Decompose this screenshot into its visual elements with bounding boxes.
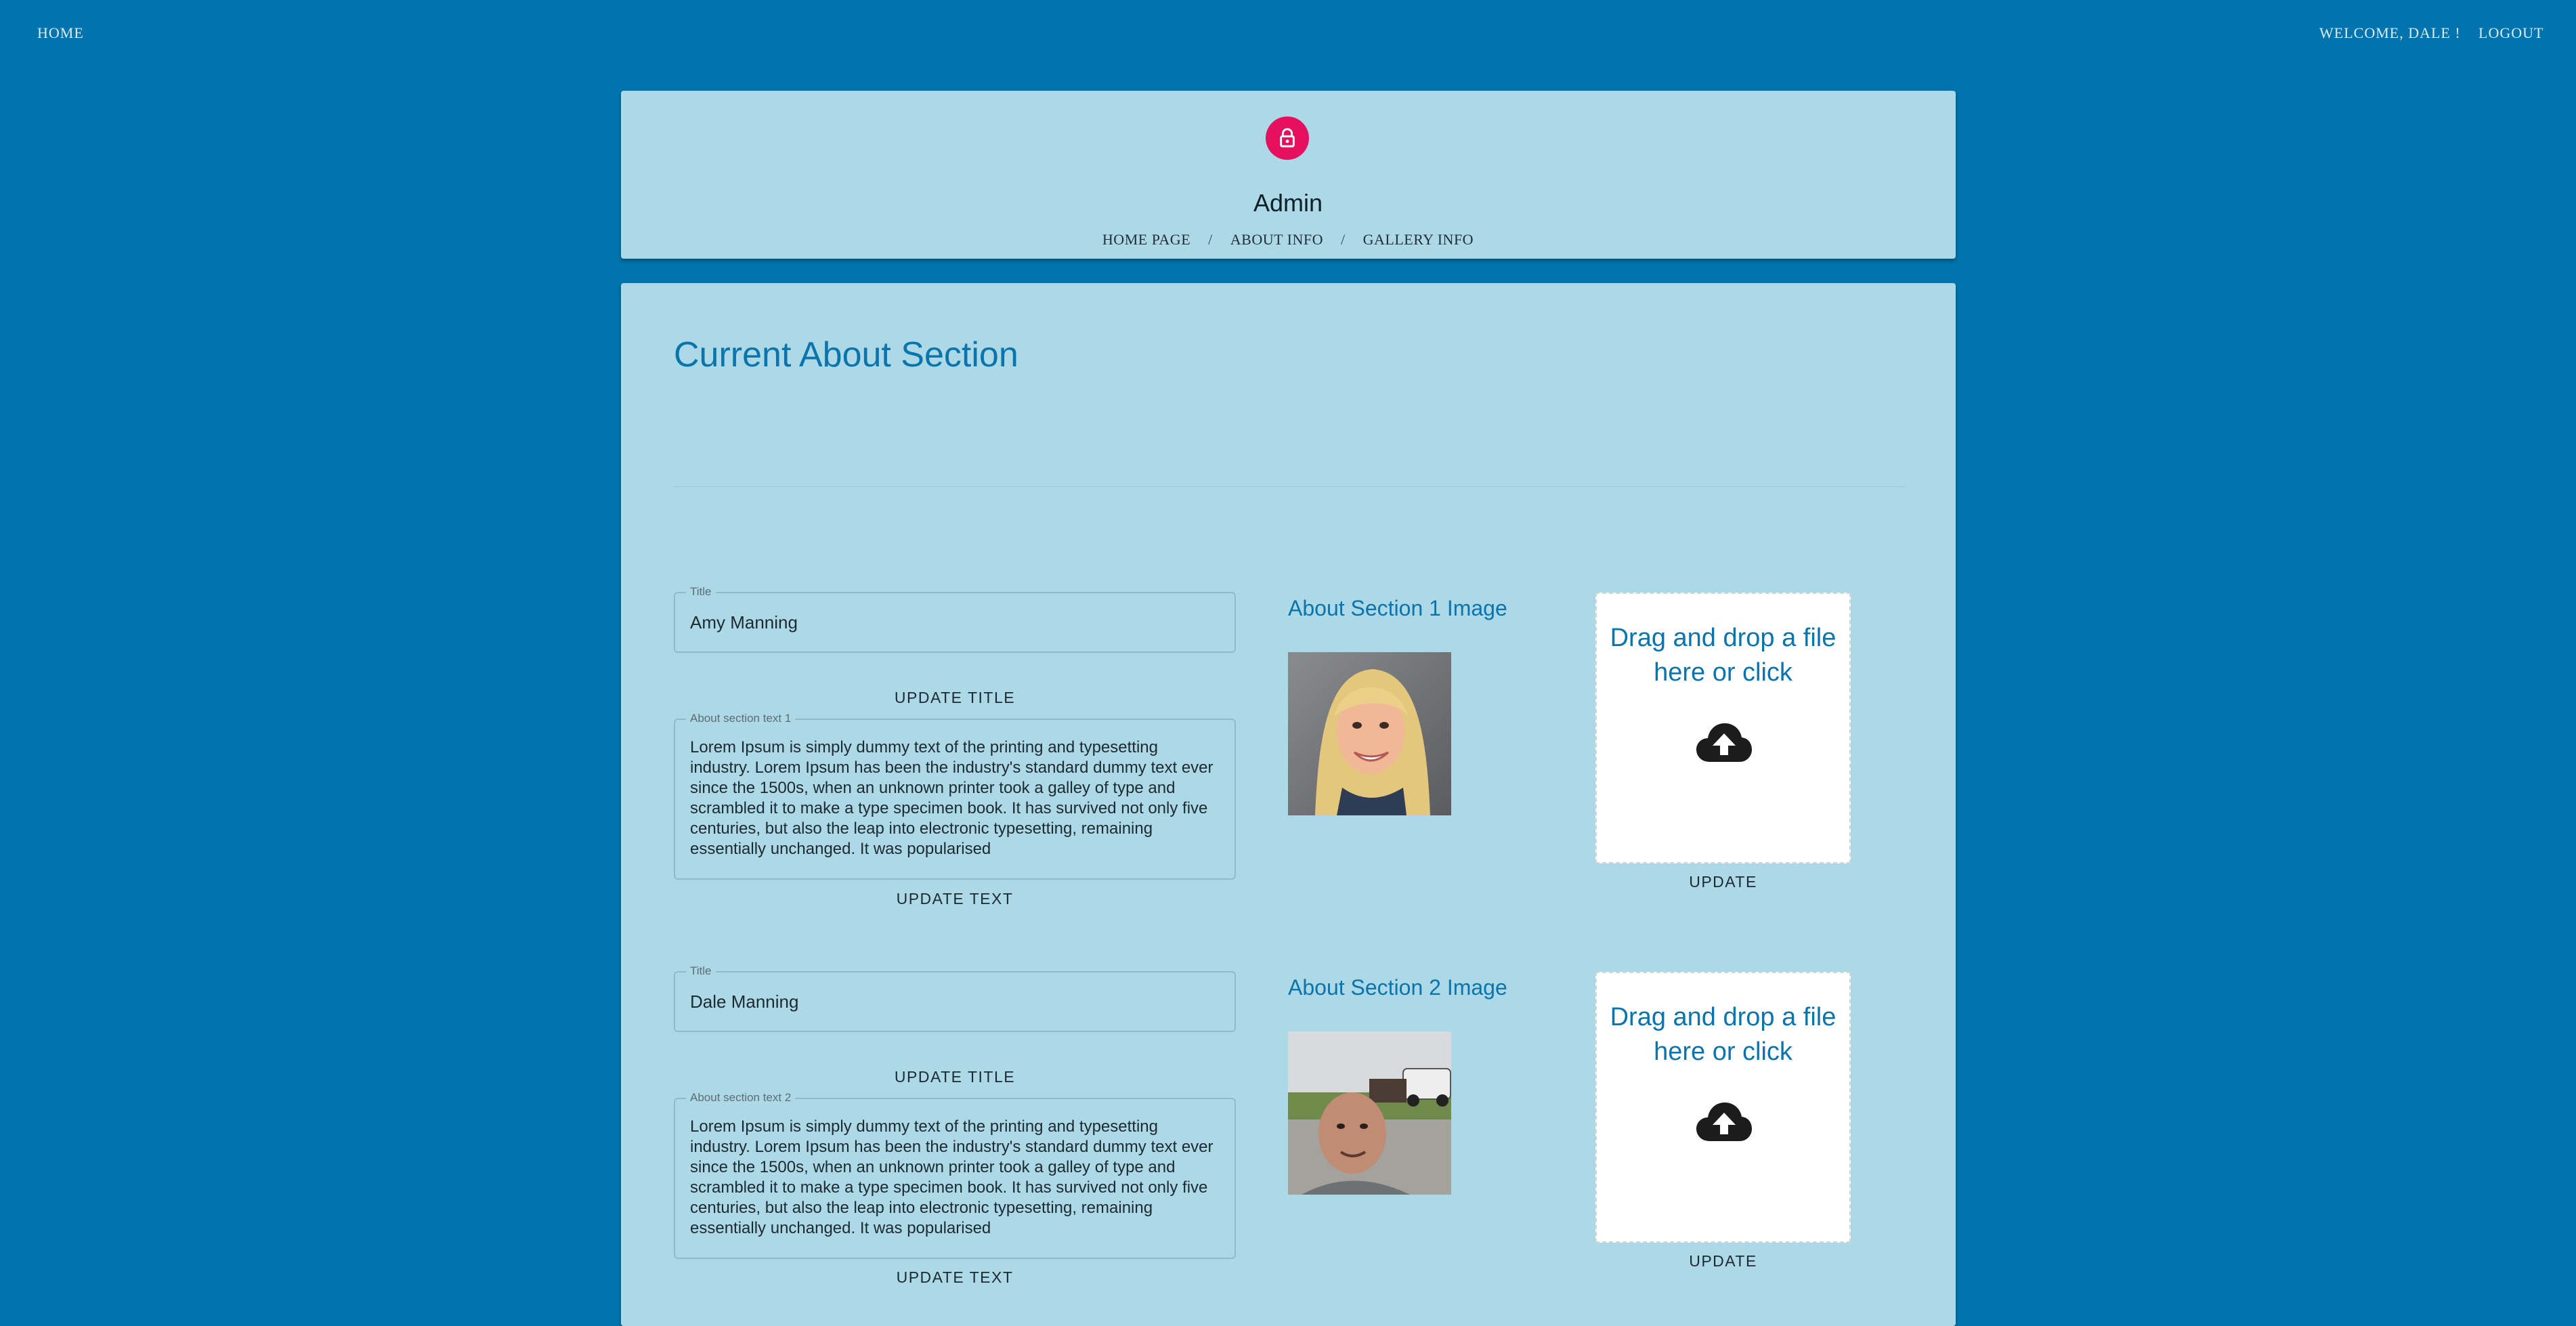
breadcrumb: HOME PAGE / ABOUT INFO / GALLERY INFO [948, 231, 1628, 249]
title-field-label: Title [686, 964, 716, 978]
update-title-button-2[interactable]: UPDATE TITLE [674, 1068, 1236, 1086]
divider [674, 486, 1905, 487]
image-dropzone-2[interactable]: Drag and drop a file here or click [1595, 972, 1851, 1243]
about-text-value[interactable]: Lorem Ipsum is simply dummy text of the … [690, 1117, 1220, 1239]
home-link[interactable]: HOME [37, 24, 84, 42]
breadcrumb-home-page[interactable]: HOME PAGE [1102, 231, 1190, 248]
update-text-button-1[interactable]: UPDATE TEXT [674, 890, 1236, 908]
breadcrumb-gallery-info[interactable]: GALLERY INFO [1363, 231, 1474, 248]
update-title-button-1[interactable]: UPDATE TITLE [674, 689, 1236, 707]
title-field-value[interactable]: Amy Manning [690, 612, 798, 633]
top-nav-bar: HOME WELCOME, DALE ! LOGOUT [0, 0, 2576, 68]
update-text-button-2[interactable]: UPDATE TEXT [674, 1268, 1236, 1287]
woman-portrait-photo [1288, 652, 1451, 815]
title-field-value[interactable]: Dale Manning [690, 991, 798, 1012]
update-image-button-2[interactable]: UPDATE [1595, 1252, 1851, 1270]
welcome-user-link[interactable]: WELCOME, DALE ! [2319, 24, 2461, 42]
section-heading: Current About Section [674, 335, 1018, 375]
cloud-upload-icon [1695, 1100, 1753, 1146]
dropzone-text: Drag and drop a file here or click [1610, 1003, 1837, 1066]
dropzone-text: Drag and drop a file here or click [1610, 624, 1837, 687]
about-text-field-label: About section text 2 [686, 1091, 796, 1105]
breadcrumb-about-info[interactable]: ABOUT INFO [1230, 231, 1323, 248]
title-field-label: Title [686, 585, 716, 599]
man-portrait-photo [1288, 1031, 1451, 1195]
update-image-button-1[interactable]: UPDATE [1595, 873, 1851, 891]
image-heading-1: About Section 1 Image [1288, 596, 1507, 620]
about-text-field-label: About section text 1 [686, 712, 796, 725]
about-text-value[interactable]: Lorem Ipsum is simply dummy text of the … [690, 737, 1220, 859]
breadcrumb-separator: / [1340, 231, 1346, 248]
breadcrumb-separator: / [1208, 231, 1213, 248]
cloud-upload-icon [1695, 721, 1753, 767]
about-text-field-1[interactable]: About section text 1 Lorem Ipsum is simp… [674, 712, 1236, 880]
image-heading-2: About Section 2 Image [1288, 975, 1507, 1000]
title-field-2[interactable]: Title Dale Manning [674, 964, 1236, 1032]
title-field-1[interactable]: Title Amy Manning [674, 585, 1236, 653]
image-dropzone-1[interactable]: Drag and drop a file here or click [1595, 593, 1851, 863]
logout-link[interactable]: LOGOUT [2478, 24, 2543, 42]
lock-icon [1266, 116, 1309, 160]
page-title: Admin [1253, 189, 1323, 217]
about-text-field-2[interactable]: About section text 2 Lorem Ipsum is simp… [674, 1091, 1236, 1259]
